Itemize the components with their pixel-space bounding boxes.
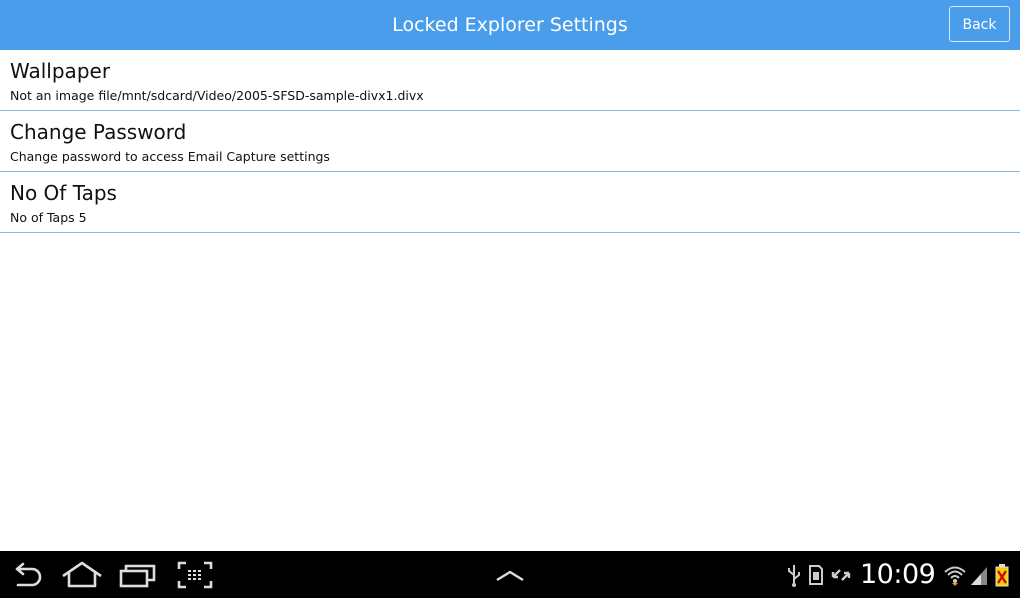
sd-card-icon [809,565,823,585]
setting-title: Change Password [10,120,187,144]
setting-subtitle: Change password to access Email Capture … [10,149,330,164]
wifi-icon [944,566,966,586]
settings-list: Wallpaper Not an image file/mnt/sdcard/V… [0,50,1020,233]
battery-icon [995,564,1009,587]
sync-icon [831,569,851,581]
back-button[interactable]: Back [949,6,1010,42]
recent-apps-icon[interactable] [118,559,158,591]
setting-subtitle: No of Taps 5 [10,210,87,225]
page-title: Locked Explorer Settings [392,14,628,36]
setting-change-password[interactable]: Change Password Change password to acces… [0,111,1020,172]
title-bar: Locked Explorer Settings Back [0,0,1020,50]
signal-icon [971,567,987,585]
screen: Locked Explorer Settings Back Wallpaper … [0,0,1020,598]
setting-subtitle: Not an image file/mnt/sdcard/Video/2005-… [10,88,424,103]
usb-icon [788,565,800,587]
setting-no-of-taps[interactable]: No Of Taps No of Taps 5 [0,172,1020,233]
setting-title: Wallpaper [10,59,111,83]
screenshot-icon[interactable] [176,559,214,591]
system-nav-bar: 10:09 [0,551,1020,598]
home-icon[interactable] [60,559,104,591]
back-icon[interactable] [10,559,44,591]
expand-up-icon[interactable] [492,559,528,591]
clock: 10:09 [860,559,936,590]
setting-wallpaper[interactable]: Wallpaper Not an image file/mnt/sdcard/V… [0,50,1020,111]
setting-title: No Of Taps [10,181,117,205]
